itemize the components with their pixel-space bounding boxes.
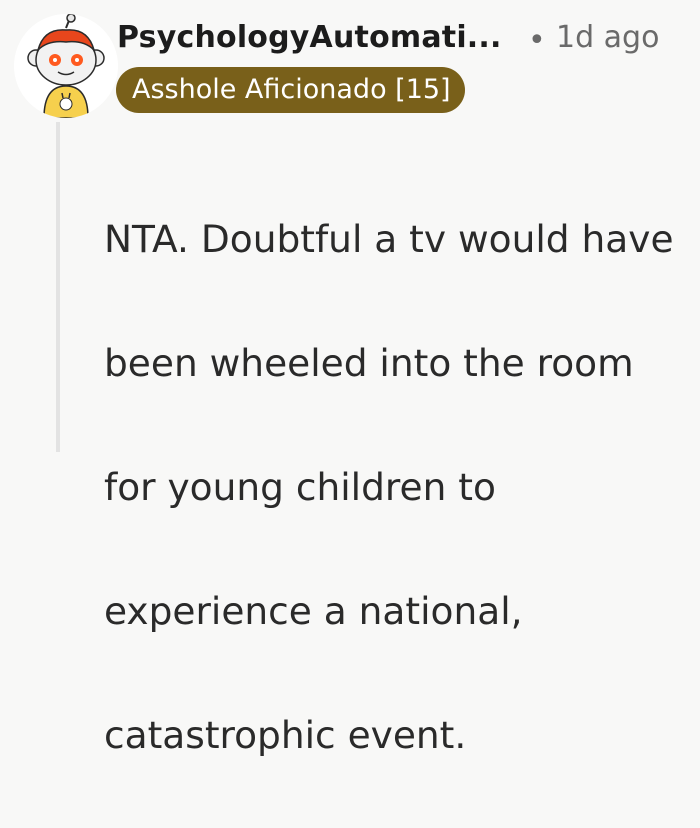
thread-line[interactable] (56, 122, 60, 452)
author-username[interactable]: PsychologyAutomati... (117, 20, 502, 55)
comment-body-line: been wheeled into the room (104, 341, 634, 385)
comment: PsychologyAutomati... • 1d ago Asshole A… (0, 0, 700, 757)
user-avatar[interactable] (14, 14, 118, 118)
comment-body-line: experience a national, (104, 589, 523, 633)
snoo-avatar-icon (14, 14, 118, 118)
comment-body-line: for young children to (104, 465, 496, 509)
comment-body-line: catastrophic event. (104, 713, 467, 757)
comment-body: NTA. Doubtful a tv would have been wheel… (104, 146, 694, 828)
separator-dot: • (528, 23, 546, 58)
comment-timestamp[interactable]: 1d ago (556, 20, 659, 55)
user-flair: Asshole Aficionado [15] (116, 67, 465, 113)
comment-body-line: NTA. Doubtful a tv would have (104, 217, 674, 261)
